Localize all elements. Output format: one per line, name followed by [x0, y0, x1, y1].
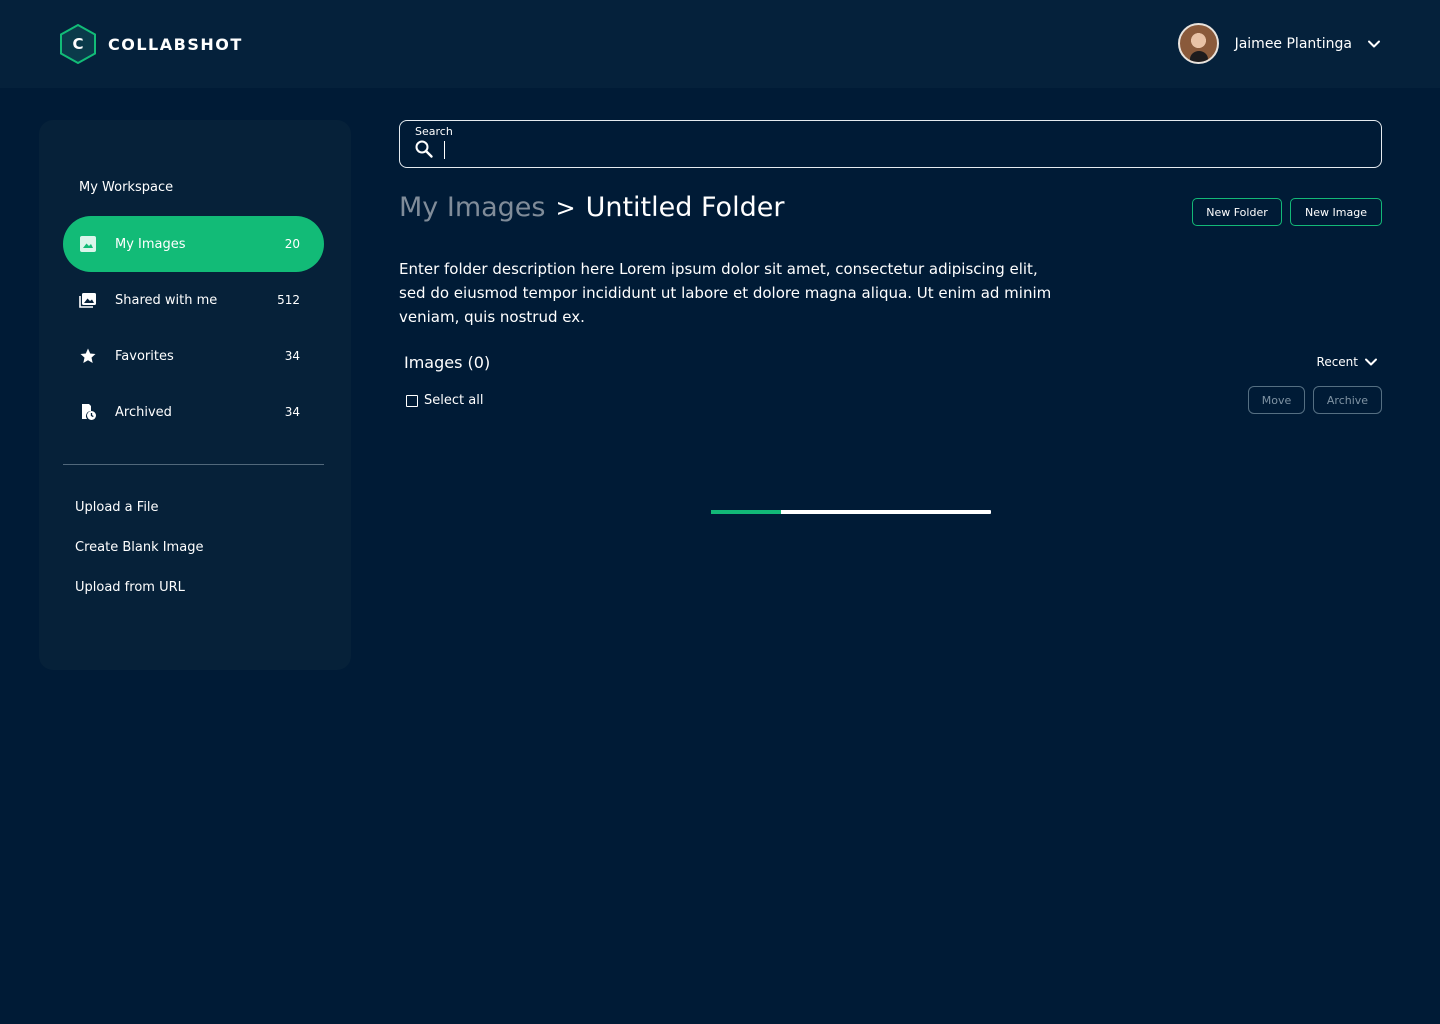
- search-input[interactable]: [444, 141, 1364, 159]
- sidebar-item-archived[interactable]: Archived 34: [63, 384, 324, 440]
- archive-button[interactable]: Archive: [1313, 386, 1382, 414]
- sidebar-item-shared-with-me[interactable]: Shared with me 512: [63, 272, 324, 328]
- sidebar-item-label: My Images: [115, 236, 186, 252]
- sidebar-item-count: 20: [284, 237, 300, 251]
- chevron-down-icon[interactable]: [1366, 36, 1382, 52]
- folder-description[interactable]: Enter folder description here Lorem ipsu…: [399, 257, 1059, 329]
- breadcrumb-root-link[interactable]: My Images: [399, 192, 545, 223]
- breadcrumb-separator: >: [555, 193, 576, 222]
- sidebar-item-count: 34: [284, 349, 300, 363]
- search-icon: [415, 140, 433, 158]
- chevron-down-icon: [1365, 358, 1377, 366]
- new-folder-button[interactable]: New Folder: [1192, 198, 1282, 226]
- move-button[interactable]: Move: [1248, 386, 1305, 414]
- image-icon: [80, 236, 96, 252]
- create-blank-image-link[interactable]: Create Blank Image: [75, 540, 203, 555]
- logo-letter: C: [72, 35, 84, 53]
- sidebar-item-favorites[interactable]: Favorites 34: [63, 328, 324, 384]
- sidebar-item-my-images[interactable]: My Images 20: [63, 216, 324, 272]
- workspace-title: My Workspace: [79, 180, 174, 195]
- loading-progress-bar: [711, 510, 991, 514]
- sidebar: My Workspace My Images 20 Shared with me…: [39, 120, 351, 670]
- sort-dropdown[interactable]: Recent: [1317, 355, 1378, 369]
- upload-file-link[interactable]: Upload a File: [75, 500, 159, 515]
- checkbox-icon[interactable]: [406, 394, 418, 407]
- upload-from-url-link[interactable]: Upload from URL: [75, 580, 185, 595]
- logo[interactable]: C COLLABSHOT: [59, 24, 243, 64]
- new-image-button[interactable]: New Image: [1290, 198, 1382, 226]
- sidebar-item-count: 34: [284, 405, 300, 419]
- breadcrumb: My Images > Untitled Folder: [399, 192, 784, 223]
- user-menu[interactable]: Jaimee Plantinga: [1177, 23, 1382, 64]
- avatar[interactable]: [1177, 23, 1219, 64]
- sidebar-item-label: Favorites: [115, 348, 174, 364]
- app-name: COLLABSHOT: [108, 34, 243, 54]
- search-box[interactable]: Search: [399, 120, 1382, 168]
- top-bar: C COLLABSHOT Jaimee Plantinga: [0, 0, 1440, 88]
- sidebar-item-label: Archived: [115, 404, 172, 420]
- sidebar-divider: [63, 464, 324, 465]
- select-all-label: Select all: [424, 393, 484, 408]
- sidebar-item-count: 512: [277, 293, 300, 307]
- user-name: Jaimee Plantinga: [1234, 35, 1352, 52]
- shared-images-icon: [79, 293, 96, 308]
- images-count-heading: Images (0): [404, 353, 491, 372]
- select-all-checkbox[interactable]: Select all: [406, 393, 483, 408]
- star-icon: [80, 348, 96, 363]
- logo-hexagon-icon: C: [59, 24, 97, 64]
- loading-progress-fill: [711, 510, 781, 514]
- page-title: Untitled Folder: [585, 192, 785, 223]
- archive-clock-icon: [82, 404, 96, 420]
- search-label: Search: [415, 125, 453, 138]
- sort-label: Recent: [1316, 355, 1358, 369]
- sidebar-item-label: Shared with me: [115, 292, 218, 308]
